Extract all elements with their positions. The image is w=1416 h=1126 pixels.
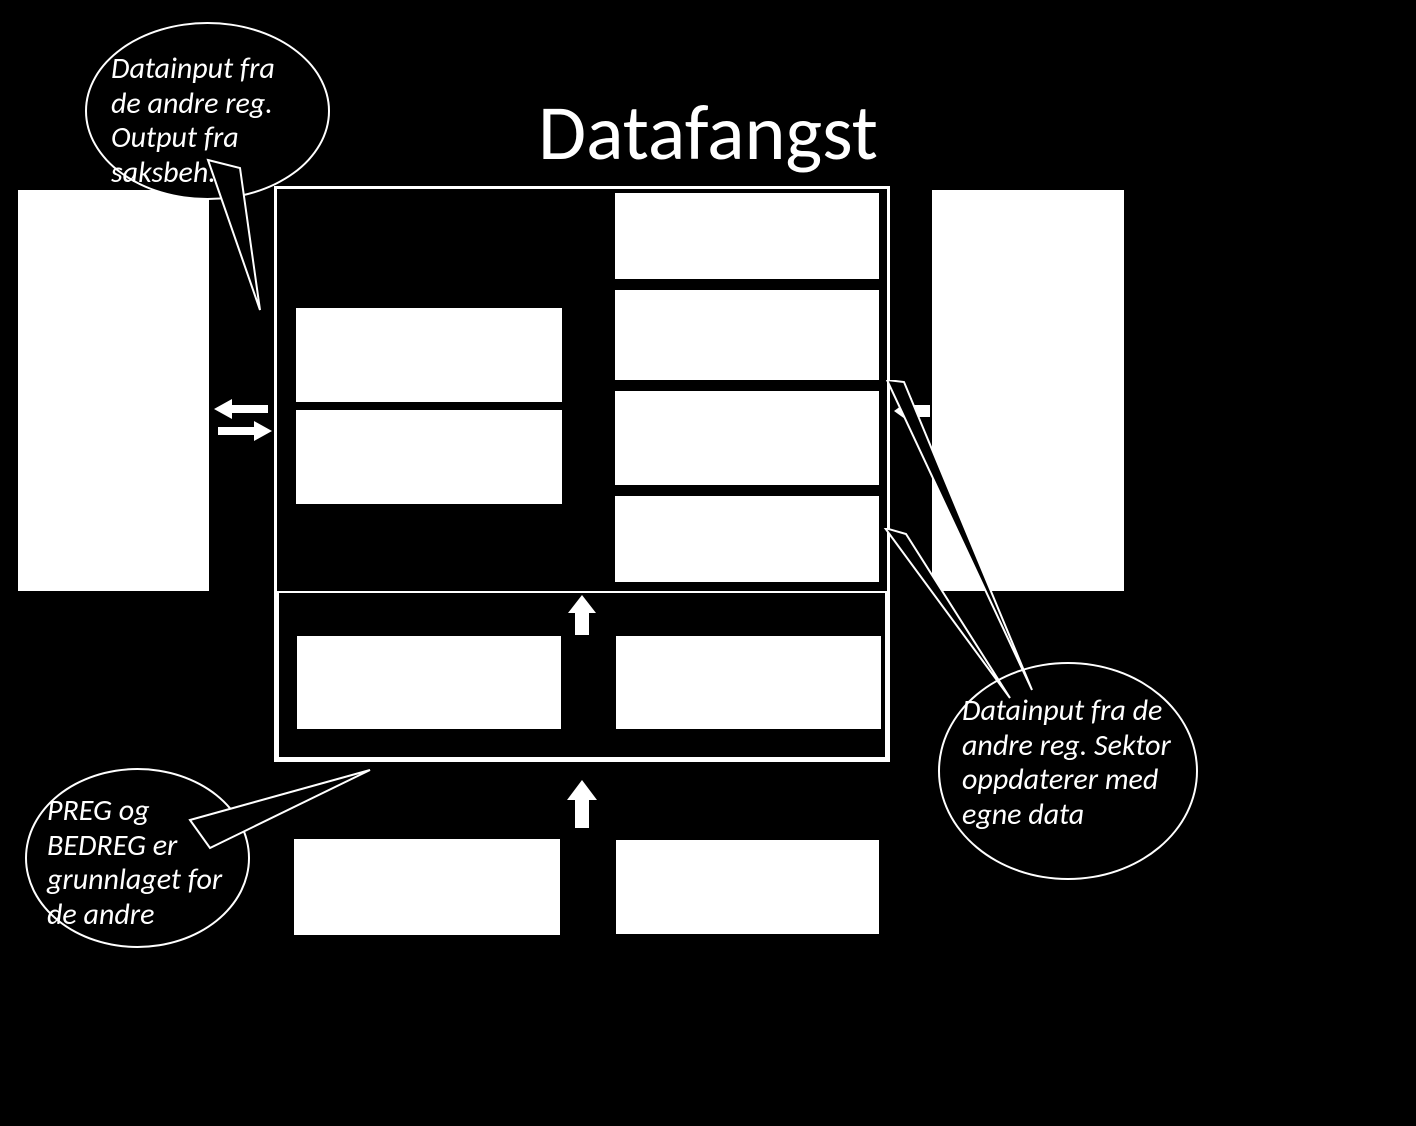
inner-right-box-1 [613,191,881,281]
bottom-right-box [614,838,881,936]
inner-right-box-3 [613,389,881,487]
arrow-up-mid-icon [568,595,596,635]
callout-bottom-left: PREG og BEDREG er grunnlaget for de andr… [25,768,250,948]
double-arrow-left-icon [214,395,272,445]
inner-left-box-2 [294,408,564,506]
arrow-up-bottom-icon [567,780,597,828]
callout-top-left: Datainput fra de andre reg. Output fra s… [85,22,330,200]
callout-bottom-right: Datainput fra de andre reg. Sektor oppda… [938,662,1198,880]
lower-inner-left [295,634,563,731]
lower-inner-right [614,634,883,731]
inner-left-box-1 [294,306,564,404]
inner-right-box-4 [613,494,881,584]
inner-right-box-2 [613,288,881,382]
